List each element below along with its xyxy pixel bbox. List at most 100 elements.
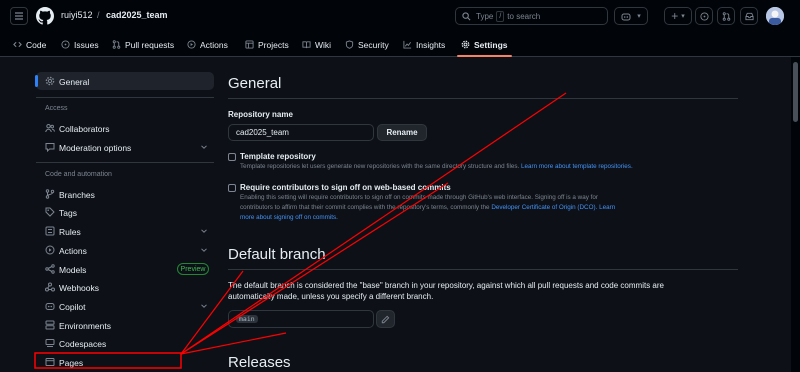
- rename-button[interactable]: Rename: [377, 124, 427, 141]
- default-branch-description: The default branch is considered the "ba…: [228, 280, 688, 302]
- signoff-learn-more-link[interactable]: Learn: [599, 204, 615, 211]
- tab-security[interactable]: Security: [345, 33, 389, 56]
- tab-label: Code: [26, 39, 47, 50]
- sidebar-item-rules[interactable]: Rules: [36, 222, 214, 240]
- comment-icon: [45, 143, 55, 152]
- tab-code[interactable]: Code: [13, 33, 46, 56]
- tab-label: Security: [358, 39, 389, 50]
- create-new-button[interactable]: + ▾: [664, 7, 692, 25]
- tab-label: Actions: [200, 39, 228, 50]
- repo-nav: Code Issues Pull requests Actions Projec…: [0, 33, 800, 57]
- search-input[interactable]: Type / to search: [455, 7, 608, 25]
- breadcrumb-owner[interactable]: ruiyi512: [61, 10, 93, 20]
- default-branch-desc-line1: The default branch is considered the "ba…: [228, 281, 664, 290]
- repo-name-input[interactable]: cad2025_team: [228, 124, 374, 141]
- edit-default-branch-button[interactable]: [376, 310, 395, 328]
- sidebar-item-webhooks[interactable]: Webhooks: [36, 278, 214, 296]
- people-icon: [45, 124, 55, 133]
- sidebar-item-codespaces[interactable]: Codespaces: [36, 334, 214, 352]
- rules-icon: [45, 226, 55, 236]
- sidebar-item-label: Branches: [59, 190, 95, 200]
- sidebar-item-actions[interactable]: Actions: [36, 241, 214, 259]
- tab-pull-requests[interactable]: Pull requests: [112, 33, 174, 56]
- chevron-down-icon: [201, 145, 207, 149]
- sidebar-section-code-automation: Code and automation: [45, 171, 112, 178]
- sidebar-item-environments[interactable]: Environments: [36, 316, 214, 334]
- sidebar-item-label: General: [59, 77, 90, 87]
- search-suffix: to search: [507, 11, 541, 21]
- scrollbar-thumb[interactable]: [793, 62, 798, 122]
- default-branch-field: main: [228, 310, 374, 328]
- repo-name-label: Repository name: [228, 110, 293, 119]
- tab-actions[interactable]: Actions: [187, 33, 228, 56]
- default-branch-desc-line2: automatically made, unless you specify a…: [228, 292, 434, 301]
- sidebar-item-copilot[interactable]: Copilot: [36, 297, 214, 315]
- template-learn-more-link[interactable]: Learn more about template repositories.: [521, 163, 633, 170]
- issues-button[interactable]: [695, 7, 713, 25]
- signoff-description: Enabling this setting will require contr…: [240, 193, 710, 223]
- dco-link[interactable]: Developer Certificate of Origin (DCO).: [491, 204, 597, 211]
- search-icon: [462, 11, 471, 20]
- default-branch-heading: Default branch: [228, 246, 326, 263]
- sidebar-item-label: Collaborators: [59, 124, 110, 134]
- template-desc-text: Template repositories let users generate…: [240, 163, 520, 170]
- sidebar-item-pages[interactable]: Pages: [36, 353, 214, 371]
- sidebar-item-label: Models: [59, 265, 87, 275]
- sidebar-item-general[interactable]: General: [35, 72, 214, 90]
- sidebar-divider: [36, 97, 214, 98]
- tab-wiki[interactable]: Wiki: [302, 33, 331, 56]
- tab-label: Issues: [74, 39, 99, 50]
- shield-icon: [345, 40, 354, 49]
- tab-projects[interactable]: Projects: [245, 33, 289, 56]
- inbox-button[interactable]: [740, 7, 758, 25]
- plus-icon: +: [671, 9, 679, 23]
- tab-label: Settings: [474, 39, 508, 50]
- template-repository-label: Template repository: [240, 152, 316, 161]
- avatar[interactable]: [766, 7, 784, 25]
- copilot-button[interactable]: ▾: [614, 7, 648, 25]
- inbox-icon: [744, 12, 754, 20]
- sidebar-item-label: Pages: [59, 358, 84, 368]
- tab-label: Wiki: [315, 39, 332, 50]
- chevron-down-icon: [201, 304, 207, 308]
- play-icon: [45, 245, 55, 255]
- copilot-icon: [621, 13, 631, 20]
- sidebar-item-label: Environments: [59, 321, 111, 331]
- codespaces-icon: [45, 339, 55, 347]
- chevron-down-icon: [201, 229, 207, 233]
- browser-icon: [45, 358, 55, 366]
- sidebar-item-label: Webhooks: [59, 283, 100, 293]
- tab-label: Projects: [258, 39, 289, 50]
- sidebar-item-label: Copilot: [59, 302, 86, 312]
- preview-badge: Preview: [177, 263, 209, 275]
- menu-icon[interactable]: [10, 7, 28, 25]
- tab-label: Insights: [416, 39, 446, 50]
- template-repository-checkbox[interactable]: [228, 153, 236, 161]
- pull-request-icon: [722, 11, 730, 21]
- sidebar-item-tags[interactable]: Tags: [36, 203, 214, 221]
- search-shortcut-key: /: [496, 10, 505, 22]
- sidebar-item-moderation-options[interactable]: Moderation options: [36, 138, 214, 156]
- sidebar-section-access: Access: [45, 105, 68, 112]
- repo-name-value: cad2025_team: [236, 128, 289, 137]
- chevron-down-icon: [201, 248, 207, 252]
- chevron-down-icon: ▾: [637, 13, 641, 20]
- webhook-icon: [45, 282, 55, 292]
- tab-issues[interactable]: Issues: [61, 33, 99, 56]
- signoff-learn-more-link-cont[interactable]: more about signing off on commits.: [240, 214, 338, 221]
- code-icon: [13, 41, 22, 48]
- breadcrumb-repo[interactable]: cad2025_team: [106, 10, 168, 20]
- github-logo-icon[interactable]: [36, 7, 54, 25]
- sidebar-item-label: Codespaces: [59, 339, 107, 349]
- signoff-checkbox[interactable]: [228, 184, 236, 192]
- sidebar-item-collaborators[interactable]: Collaborators: [36, 119, 214, 137]
- sidebar-item-branches[interactable]: Branches: [36, 185, 214, 203]
- tab-insights[interactable]: Insights: [403, 33, 445, 56]
- chevron-down-icon: ▾: [681, 13, 685, 20]
- pull-requests-button[interactable]: [717, 7, 735, 25]
- gear-icon: [461, 40, 470, 49]
- copilot-icon: [45, 303, 55, 310]
- table-icon: [245, 40, 254, 49]
- tab-settings[interactable]: Settings: [457, 33, 512, 57]
- signoff-label: Require contributors to sign off on web-…: [240, 183, 451, 192]
